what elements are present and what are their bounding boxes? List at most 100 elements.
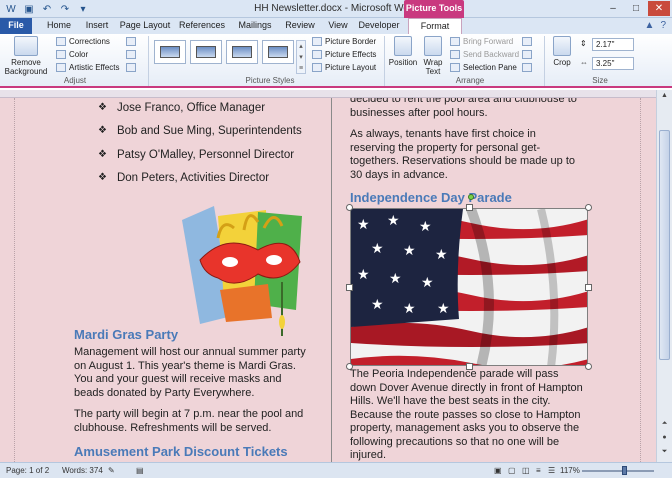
picture-layout-button[interactable]: Picture Layout [312,63,376,72]
wrap-text-icon [424,36,442,56]
text-line: The party will begin at 7 p.m. near the … [74,408,304,420]
collapse-ribbon-icon[interactable]: ▲ [645,20,655,31]
width-field[interactable]: 3.25" [592,57,634,70]
selection-pane-button[interactable]: Selection Pane [450,63,517,72]
resize-handle[interactable] [346,204,353,211]
help-icon[interactable]: ? [660,20,666,31]
text-line: injured. [350,449,387,461]
rotate-button[interactable] [522,63,532,72]
minimize-button[interactable]: – [602,1,624,16]
previous-page-icon[interactable]: ⏶ [659,420,670,430]
zoom-slider[interactable] [582,466,654,475]
picture-border-label: Picture Border [325,37,377,46]
tab-developer[interactable]: Developer [356,18,402,34]
artistic-effects-button[interactable]: Artistic Effects [56,63,120,72]
tab-references[interactable]: References [176,18,228,34]
picture-tools-context-tab: Picture Tools [404,0,464,18]
american-flag-picture[interactable]: ★ ★ ★ ★ ★ ★ ★ ★ ★ ★ ★ ★ [350,208,588,366]
bullet-text: Jose Franco, Office Manager [116,102,266,114]
bullet-text: Bob and Sue Ming, Superintendents [116,125,302,137]
page-indicator[interactable]: Page: 1 of 2 [6,466,49,475]
scrollbar-thumb[interactable] [659,130,670,360]
window-controls: – □ ✕ [602,1,670,16]
tab-format[interactable]: Format [408,18,462,34]
height-field[interactable]: 2.17" [592,38,634,51]
position-button[interactable]: Position [388,36,418,67]
close-button[interactable]: ✕ [648,1,670,16]
full-screen-view-icon[interactable]: ▢ [508,466,516,475]
bring-forward-button[interactable]: Bring Forward [450,37,513,46]
reset-picture-button[interactable] [126,63,136,72]
web-layout-view-icon[interactable]: ◫ [522,466,530,475]
tab-file[interactable]: File [0,18,32,34]
macro-record-icon[interactable]: ▤ [136,466,144,475]
tab-page-layout[interactable]: Page Layout [118,18,172,34]
picture-style-1[interactable] [154,40,186,64]
text-line: togethers. Reservations should be made u… [350,155,576,167]
word-count[interactable]: Words: 374 [62,466,103,475]
picture-style-2[interactable] [190,40,222,64]
rotate-handle[interactable] [468,194,474,200]
picture-style-4[interactable] [262,40,294,64]
wrap-text-button[interactable]: Wrap Text [420,36,446,76]
remove-background-icon [14,36,38,56]
right-margin-guide [640,98,641,462]
compress-pictures-button[interactable] [126,37,136,46]
svg-text:★: ★ [387,213,400,229]
zoom-level[interactable]: 117% [560,466,580,475]
vertical-scrollbar[interactable]: ▲ ⏶ ● ⏷ [656,90,672,462]
outline-view-icon[interactable]: ≡ [536,466,541,475]
picture-effects-button[interactable]: Picture Effects [312,50,376,59]
send-backward-label: Send Backward [463,50,520,59]
draft-view-icon[interactable]: ☰ [548,466,555,475]
tab-insert[interactable]: Insert [80,18,114,34]
bullet-icon: ❖ [98,102,107,113]
scroll-up-icon[interactable]: ▲ [659,92,670,102]
send-backward-button[interactable]: Send Backward [450,50,519,59]
tab-mailings[interactable]: Mailings [232,18,278,34]
crop-button[interactable]: Crop [548,36,576,67]
remove-background-label: Remove Background [4,58,48,76]
picture-style-3[interactable] [226,40,258,64]
proofing-icon[interactable]: ✎ [108,466,115,475]
mardi-gras-mask-clipart[interactable] [178,198,308,343]
align-button[interactable] [522,37,532,46]
resize-handle[interactable] [346,284,353,291]
mardi-gras-paragraph-1: Management will host our annual summer p… [74,346,324,400]
text-line: Because the route passes so close to Ham… [350,408,581,421]
maximize-button[interactable]: □ [625,1,647,16]
bullet-text: Patsy O'Malley, Personnel Director [116,149,295,161]
next-page-icon[interactable]: ⏷ [659,448,670,458]
bullet-icon: ❖ [98,125,107,136]
change-picture-button[interactable] [126,50,136,59]
remove-background-button[interactable]: Remove Background [4,36,48,76]
svg-text:★: ★ [371,297,384,313]
separator [148,36,149,86]
print-layout-view-icon[interactable]: ▣ [494,466,502,475]
corrections-icon [56,37,66,46]
crop-icon [553,36,571,56]
text-line: Management will host our annual summer p… [74,346,306,358]
height-icon: ⇕ [580,39,587,48]
compress-pictures-icon [126,37,136,46]
corrections-button[interactable]: Corrections [56,37,110,46]
resize-handle[interactable] [585,204,592,211]
position-icon [394,36,412,56]
gallery-scroll-arrows[interactable]: ▴ ▾ ≡ [296,40,306,74]
arrange-group-label: Arrange [455,76,485,85]
resize-handle[interactable] [466,204,473,211]
horizontal-ruler[interactable] [0,90,672,98]
tab-home[interactable]: Home [40,18,78,34]
color-button[interactable]: Color [56,50,88,59]
document-page[interactable]: ❖ Jose Franco, Office Manager ❖ Bob and Su… [0,98,656,462]
browse-object-icon[interactable]: ● [659,434,670,444]
svg-text:★: ★ [357,217,370,233]
picture-border-button[interactable]: Picture Border [312,37,376,46]
list-item: ❖ Don Peters, Activities Director [98,172,269,184]
tab-view[interactable]: View [322,18,354,34]
zoom-slider-knob[interactable] [622,466,627,475]
resize-handle[interactable] [585,284,592,291]
corrections-label: Corrections [69,37,110,46]
group-button[interactable] [522,50,532,59]
tab-review[interactable]: Review [280,18,320,34]
